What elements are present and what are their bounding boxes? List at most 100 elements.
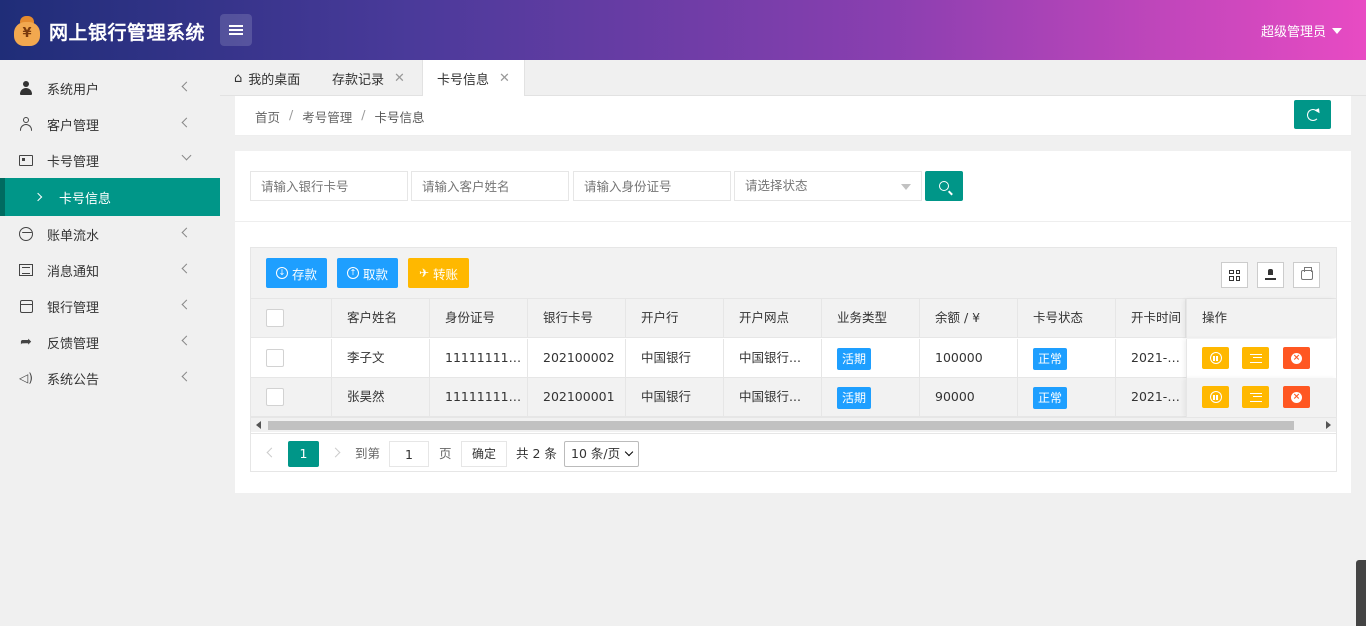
tab-card-info[interactable]: 卡号信息 ✕ — [422, 60, 525, 97]
breadcrumb-bar: 首页 / 考号管理 / 卡号信息 — [235, 96, 1351, 136]
sidebar-item-label: 系统用户 — [47, 82, 100, 98]
chevron-down-icon — [181, 150, 192, 161]
sidebar-item-label: 客户管理 — [47, 118, 100, 134]
sidebar-item-bill-flow[interactable]: 账单流水 — [0, 216, 220, 252]
print-button[interactable] — [1293, 262, 1320, 288]
col-card-status[interactable]: 卡号状态 — [1018, 299, 1116, 338]
goto-confirm-button[interactable]: 确定 — [461, 441, 507, 467]
delete-button[interactable]: × — [1283, 386, 1310, 408]
sidebar-item-announcements[interactable]: ◁) 系统公告 — [0, 360, 220, 396]
edit-button[interactable] — [1242, 386, 1269, 408]
freeze-button[interactable] — [1202, 347, 1229, 369]
side-widget[interactable] — [1356, 560, 1366, 626]
sidebar-item-label: 卡号信息 — [59, 191, 112, 207]
sidebar-item-label: 银行管理 — [47, 300, 100, 316]
tab-deposit-records[interactable]: 存款记录 ✕ — [318, 60, 419, 96]
col-open-time[interactable]: 开卡时间 — [1116, 299, 1186, 338]
goto-page-input[interactable] — [389, 441, 429, 467]
menu-toggle-button[interactable] — [220, 14, 252, 46]
withdraw-button[interactable]: ↑ 取款 — [337, 258, 398, 288]
search-icon — [939, 181, 949, 191]
tab-label: 我的桌面 — [248, 72, 301, 88]
customer-name-input[interactable] — [411, 171, 569, 201]
col-branch[interactable]: 开户网点 — [724, 299, 822, 338]
transfer-button[interactable]: ✈ 转账 — [408, 258, 469, 288]
delete-button[interactable]: × — [1283, 347, 1310, 369]
sidebar-item-feedback[interactable]: ➦ 反馈管理 — [0, 324, 220, 360]
freeze-button[interactable] — [1202, 386, 1229, 408]
deposit-button[interactable]: ↓ 存款 — [266, 258, 327, 288]
page-size-value: 10 条/页 — [571, 446, 621, 461]
select-all-checkbox[interactable] — [266, 309, 284, 327]
tab-label: 卡号信息 — [437, 73, 490, 88]
export-button[interactable] — [1257, 262, 1284, 288]
close-icon[interactable]: ✕ — [499, 71, 510, 86]
cell-bank: 中国银行 — [626, 339, 724, 378]
arrow-up-circle-icon: ↑ — [346, 267, 359, 279]
arrow-down-circle-icon: ↓ — [275, 267, 288, 279]
chevron-right-icon — [33, 192, 43, 202]
list-icon — [19, 263, 33, 277]
status-select-placeholder: 请选择状态 — [745, 178, 808, 193]
row-checkbox[interactable] — [266, 349, 284, 367]
search-button[interactable] — [925, 171, 963, 201]
share-icon: ➦ — [20, 334, 32, 350]
divider — [235, 221, 1351, 222]
col-id-number[interactable]: 身份证号 — [430, 299, 528, 338]
scroll-left-arrow-icon[interactable] — [256, 421, 261, 429]
col-balance[interactable]: 余额 / ¥ — [920, 299, 1018, 338]
main-panel: 请选择状态 ↓ 存款 ↑ 取款 ✈ 转账 — [235, 151, 1351, 493]
col-card-number[interactable]: 银行卡号 — [528, 299, 626, 338]
scroll-right-arrow-icon[interactable] — [1326, 421, 1331, 429]
close-icon[interactable]: ✕ — [394, 71, 405, 86]
table-row[interactable]: 李子文 111111111... 202100002 中国银行 中国银行... … — [251, 339, 1336, 378]
scrollbar-thumb[interactable] — [268, 421, 1294, 430]
cell-business-type: 活期 — [822, 378, 920, 417]
cell-card-number: 202100001 — [528, 378, 626, 417]
cell-actions: × — [1186, 339, 1336, 378]
cell-card-number: 202100002 — [528, 339, 626, 378]
sidebar-item-bank-management[interactable]: 银行管理 — [0, 288, 220, 324]
edit-lines-icon — [1249, 392, 1262, 402]
sidebar-item-customers[interactable]: 客户管理 — [0, 106, 220, 142]
sidebar-item-card-management[interactable]: 卡号管理 — [0, 142, 220, 178]
table-row[interactable]: 张昊然 111111111... 202100001 中国银行 中国银行... … — [251, 378, 1336, 417]
home-icon: ⌂ — [234, 70, 243, 86]
chevron-left-icon — [181, 117, 192, 128]
edit-button[interactable] — [1242, 347, 1269, 369]
columns-filter-button[interactable] — [1221, 262, 1248, 288]
chevron-left-icon — [181, 227, 192, 238]
sidebar-item-system-users[interactable]: 系统用户 — [0, 70, 220, 106]
horizontal-scrollbar[interactable] — [251, 417, 1336, 432]
page-unit-label: 页 — [439, 446, 452, 461]
card-number-input[interactable] — [250, 171, 408, 201]
tab-my-desktop[interactable]: ⌂ 我的桌面 — [220, 60, 314, 96]
sidebar-item-label: 账单流水 — [47, 228, 100, 244]
data-table: ↓ 存款 ↑ 取款 ✈ 转账 客户姓名 身份证号 银行卡号 开户行 开户网点 业… — [250, 247, 1337, 472]
user-name: 超级管理员 — [1260, 25, 1326, 40]
current-page[interactable]: 1 — [288, 441, 319, 467]
breadcrumb: 首页 / 考号管理 / 卡号信息 — [255, 107, 424, 126]
next-page-icon[interactable] — [330, 447, 341, 458]
id-number-input[interactable] — [573, 171, 731, 201]
grid-icon — [1229, 269, 1240, 281]
cell-balance: 100000 — [920, 339, 1018, 378]
sidebar-item-card-info[interactable]: 卡号信息 — [0, 178, 220, 216]
business-type-badge: 活期 — [837, 347, 872, 370]
breadcrumb-home[interactable]: 首页 — [255, 107, 280, 126]
col-bank[interactable]: 开户行 — [626, 299, 724, 338]
sidebar-item-notifications[interactable]: 消息通知 — [0, 252, 220, 288]
total-count: 共 2 条 — [516, 446, 557, 461]
breadcrumb-parent[interactable]: 考号管理 — [302, 107, 352, 126]
status-select[interactable]: 请选择状态 — [734, 171, 922, 201]
export-icon — [1265, 268, 1276, 280]
page-size-select[interactable]: 10 条/页 — [564, 441, 639, 467]
col-business-type[interactable]: 业务类型 — [822, 299, 920, 338]
refresh-button[interactable] — [1294, 100, 1331, 129]
prev-page-icon[interactable] — [266, 447, 277, 458]
caret-down-icon — [901, 184, 911, 190]
col-customer-name[interactable]: 客户姓名 — [332, 299, 430, 338]
user-menu[interactable]: 超级管理员 — [1261, 21, 1342, 40]
row-checkbox[interactable] — [266, 388, 284, 406]
chevron-left-icon — [181, 81, 192, 92]
